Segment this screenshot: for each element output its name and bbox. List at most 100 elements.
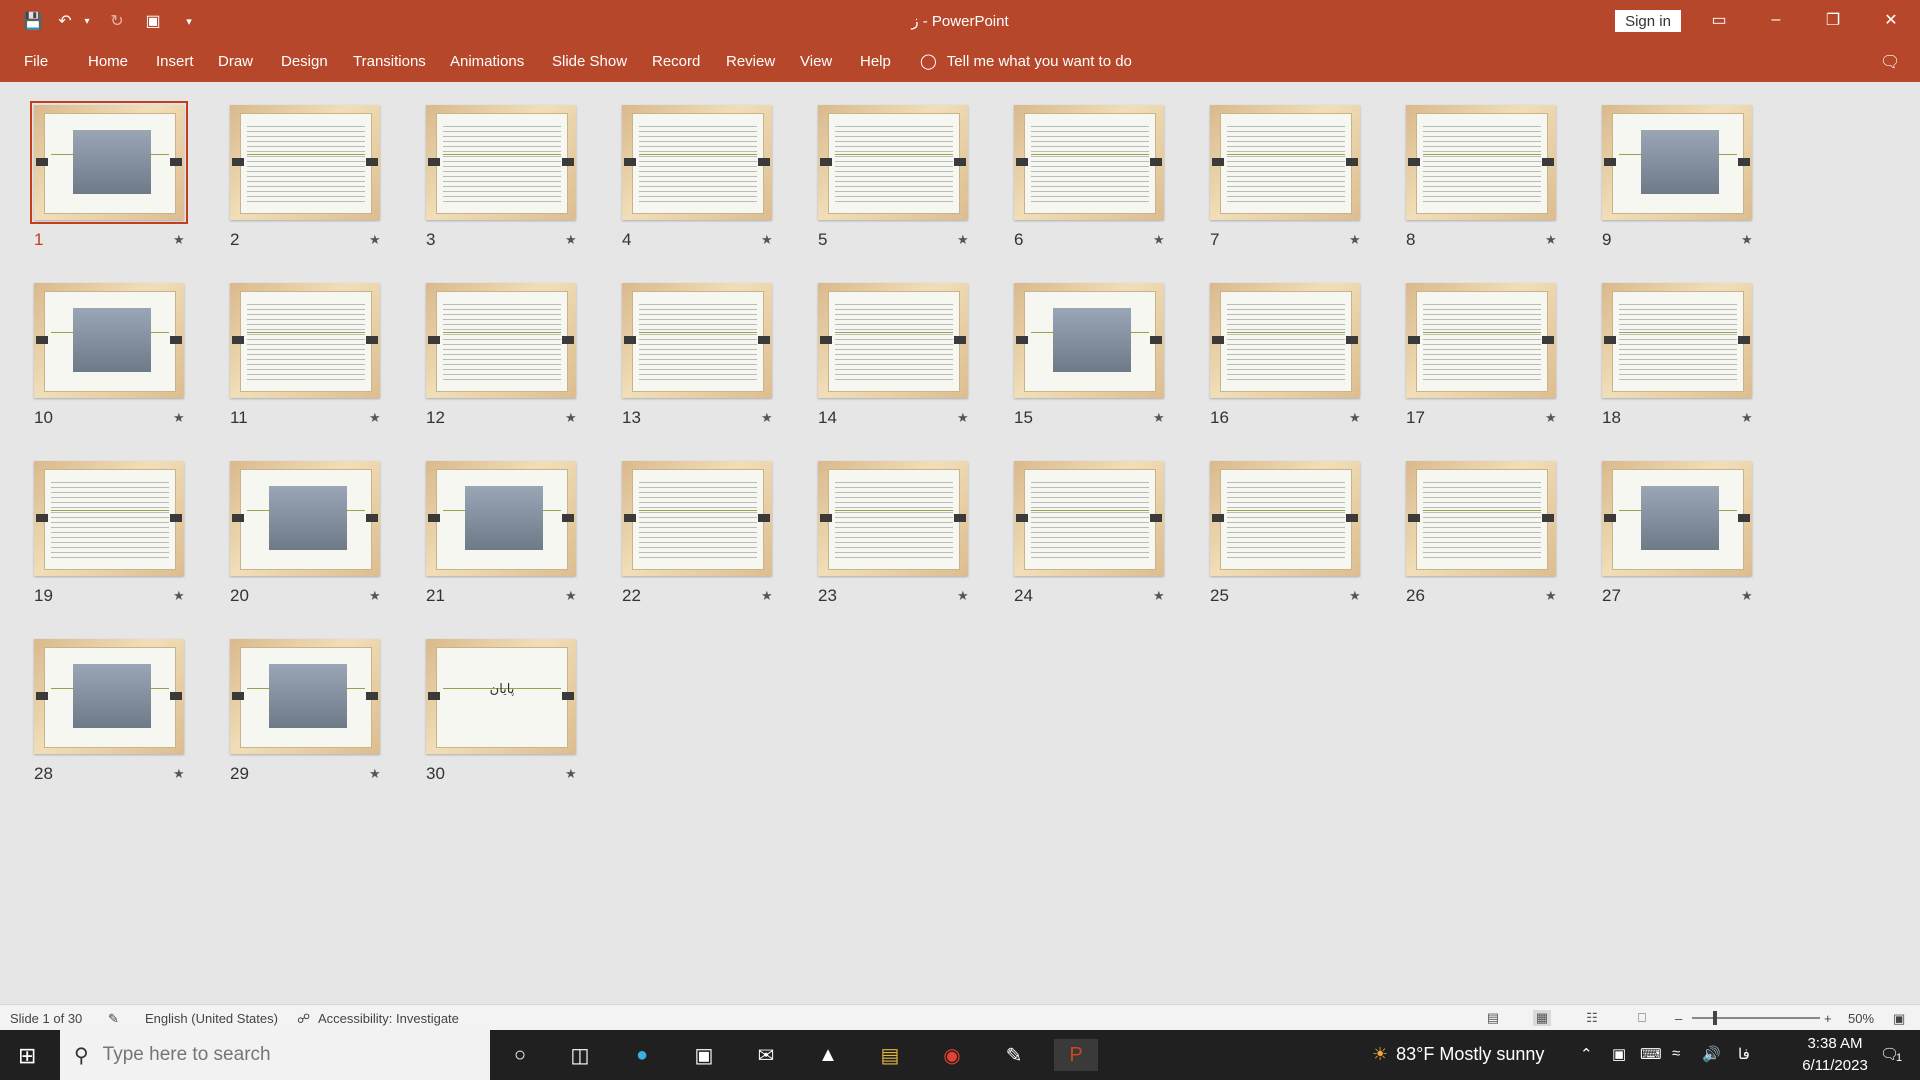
slide-thumbnail[interactable]: 19 ★: [34, 461, 185, 605]
slide-thumbnail[interactable]: 22 ★: [622, 461, 773, 605]
slide-preview[interactable]: [818, 283, 968, 398]
mail-icon[interactable]: ✉: [744, 1039, 788, 1071]
slide-preview[interactable]: [30, 101, 188, 224]
slide-thumbnail[interactable]: 3 ★: [426, 105, 577, 249]
slide-preview[interactable]: [1014, 283, 1164, 398]
weather-widget[interactable]: ☀ 83°F Mostly sunny: [1372, 1044, 1544, 1065]
restore-icon[interactable]: ❐: [1810, 4, 1856, 36]
zoom-slider-thumb[interactable]: [1713, 1011, 1717, 1025]
animation-star-icon[interactable]: ★: [1741, 232, 1753, 248]
slide-thumbnail[interactable]: 24 ★: [1014, 461, 1165, 605]
reading-view-icon[interactable]: ☷: [1583, 1010, 1601, 1026]
slide-preview[interactable]: [1210, 283, 1360, 398]
slide-thumbnail[interactable]: 16 ★: [1210, 283, 1361, 427]
tab-design[interactable]: Design: [281, 53, 328, 70]
slide-thumbnail[interactable]: 13 ★: [622, 283, 773, 427]
sign-in-button[interactable]: Sign in: [1615, 10, 1681, 32]
keyboard-icon[interactable]: ⌨: [1640, 1045, 1662, 1063]
slide-preview[interactable]: [818, 105, 968, 220]
animation-star-icon[interactable]: ★: [957, 588, 969, 604]
slide-thumbnail[interactable]: 17 ★: [1406, 283, 1557, 427]
slide-thumbnail[interactable]: 29 ★: [230, 639, 381, 783]
slide-preview[interactable]: [1014, 461, 1164, 576]
animation-star-icon[interactable]: ★: [173, 588, 185, 604]
slide-preview[interactable]: [1406, 283, 1556, 398]
powerpoint-icon[interactable]: P: [1054, 1039, 1098, 1071]
animation-star-icon[interactable]: ★: [369, 588, 381, 604]
slide-thumbnail[interactable]: 6 ★: [1014, 105, 1165, 249]
language-status[interactable]: English (United States): [145, 1011, 278, 1026]
animation-star-icon[interactable]: ★: [1153, 232, 1165, 248]
windows-start-icon[interactable]: ⊞: [18, 1043, 36, 1069]
animation-star-icon[interactable]: ★: [1545, 410, 1557, 426]
slide-sorter-view-icon[interactable]: ▦: [1533, 1010, 1551, 1026]
slide-preview[interactable]: پایان: [426, 639, 576, 754]
photos-icon[interactable]: ▲: [806, 1039, 850, 1071]
animation-star-icon[interactable]: ★: [565, 232, 577, 248]
animation-star-icon[interactable]: ★: [957, 232, 969, 248]
slide-thumbnail[interactable]: 27 ★: [1602, 461, 1753, 605]
slide-thumbnail[interactable]: 2 ★: [230, 105, 381, 249]
animation-star-icon[interactable]: ★: [761, 588, 773, 604]
close-icon[interactable]: ✕: [1868, 4, 1914, 36]
tab-view[interactable]: View: [800, 53, 832, 70]
tab-record[interactable]: Record: [652, 53, 700, 70]
slide-thumbnail[interactable]: 7 ★: [1210, 105, 1361, 249]
slide-preview[interactable]: [230, 105, 380, 220]
slide-preview[interactable]: [426, 105, 576, 220]
slide-preview[interactable]: [1602, 283, 1752, 398]
accessibility-status[interactable]: Accessibility: Investigate: [318, 1011, 459, 1026]
slide-thumbnail[interactable]: 10 ★: [34, 283, 185, 427]
animation-star-icon[interactable]: ★: [173, 232, 185, 248]
animation-star-icon[interactable]: ★: [369, 232, 381, 248]
slide-preview[interactable]: [1014, 105, 1164, 220]
tab-review[interactable]: Review: [726, 53, 775, 70]
store-icon[interactable]: ▣: [682, 1039, 726, 1071]
zoom-out-icon[interactable]: –: [1675, 1011, 1682, 1026]
taskbar-search[interactable]: ⚲: [60, 1030, 490, 1080]
tab-home[interactable]: Home: [88, 53, 128, 70]
chrome-icon[interactable]: ◉: [930, 1039, 974, 1071]
file-explorer-icon[interactable]: ▤: [868, 1039, 912, 1071]
tab-file[interactable]: File: [24, 53, 48, 70]
slide-thumbnail[interactable]: 11 ★: [230, 283, 381, 427]
slide-preview[interactable]: [818, 461, 968, 576]
zoom-in-icon[interactable]: +: [1824, 1011, 1832, 1026]
slide-thumbnail[interactable]: 12 ★: [426, 283, 577, 427]
slide-preview[interactable]: [34, 461, 184, 576]
animation-star-icon[interactable]: ★: [1545, 588, 1557, 604]
search-input[interactable]: [100, 1043, 465, 1067]
animation-star-icon[interactable]: ★: [173, 410, 185, 426]
slide-preview[interactable]: [426, 461, 576, 576]
animation-star-icon[interactable]: ★: [1349, 232, 1361, 248]
tab-animations[interactable]: Animations: [450, 53, 524, 70]
animation-star-icon[interactable]: ★: [1349, 588, 1361, 604]
animation-star-icon[interactable]: ★: [173, 766, 185, 782]
wifi-icon[interactable]: ≈: [1672, 1045, 1680, 1062]
slide-preview[interactable]: [1406, 105, 1556, 220]
slide-thumbnail[interactable]: 21 ★: [426, 461, 577, 605]
slide-thumbnail[interactable]: 9 ★: [1602, 105, 1753, 249]
zoom-slider[interactable]: [1692, 1017, 1820, 1019]
slideshow-view-icon[interactable]: ⎕: [1633, 1010, 1651, 1026]
edge-icon[interactable]: ●: [620, 1039, 664, 1071]
slide-preview[interactable]: [230, 283, 380, 398]
slide-thumbnail[interactable]: 25 ★: [1210, 461, 1361, 605]
animation-star-icon[interactable]: ★: [1349, 410, 1361, 426]
animation-star-icon[interactable]: ★: [1741, 588, 1753, 604]
slide-thumbnail[interactable]: 5 ★: [818, 105, 969, 249]
slide-thumbnail[interactable]: 20 ★: [230, 461, 381, 605]
ribbon-display-icon[interactable]: ▭: [1696, 4, 1742, 36]
cortana-icon[interactable]: ○: [498, 1039, 542, 1071]
input-language[interactable]: فا: [1738, 1045, 1750, 1063]
slide-thumbnail[interactable]: 18 ★: [1602, 283, 1753, 427]
slide-preview[interactable]: [1210, 105, 1360, 220]
slide-preview[interactable]: [34, 283, 184, 398]
slide-preview[interactable]: [426, 283, 576, 398]
volume-icon[interactable]: 🔊: [1702, 1045, 1721, 1063]
slide-thumbnail[interactable]: 23 ★: [818, 461, 969, 605]
tab-slide-show[interactable]: Slide Show: [552, 53, 627, 70]
zoom-level[interactable]: 50%: [1848, 1011, 1874, 1026]
task-view-icon[interactable]: ◫: [558, 1039, 602, 1071]
tell-me-box[interactable]: ◯ Tell me what you want to do: [920, 52, 1132, 71]
